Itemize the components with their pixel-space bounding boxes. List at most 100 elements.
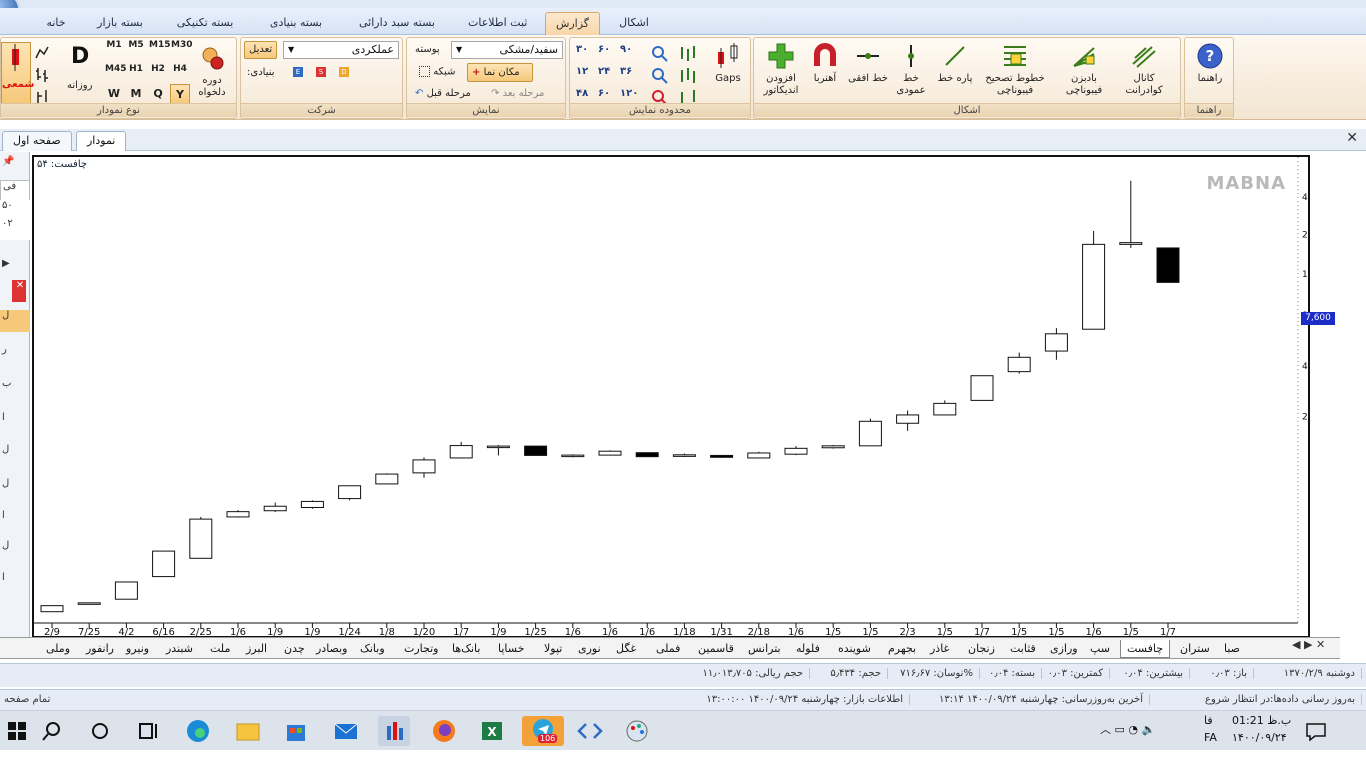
adjust-button[interactable]: تعدیل xyxy=(244,41,278,59)
clock-date[interactable]: ۱۴۰۰/۰۹/۲۴ xyxy=(1232,731,1287,744)
close-panel-icon[interactable]: ✕ xyxy=(12,280,26,302)
chart-canvas[interactable]: 2/9 7/25 4/2 6/16 2/25 1/6 1/9 1/9 1/24 1/8 1/20 1/… xyxy=(34,157,1308,636)
excel-icon[interactable]: X xyxy=(476,716,508,746)
symbol-tab[interactable]: غگل xyxy=(610,640,642,658)
nav-left-icon[interactable]: ◀ xyxy=(1292,638,1300,651)
symbol-tab[interactable]: شبندر xyxy=(160,640,199,658)
wifi-icon[interactable]: ◔ xyxy=(1128,723,1138,736)
task-view-icon[interactable] xyxy=(132,716,164,746)
period-m1[interactable]: M1 xyxy=(105,40,123,50)
left-panel-item-4[interactable]: ا xyxy=(0,412,30,434)
symbol-tab[interactable]: رانفور xyxy=(80,640,120,658)
candle-body[interactable] xyxy=(896,414,920,424)
custom-period-button[interactable]: دوره دلخواه xyxy=(189,44,235,99)
style-dropdown[interactable]: ▼ سفید/مشکی xyxy=(451,41,563,59)
symbol-tab[interactable]: غاذر xyxy=(924,640,955,658)
symbol-tab[interactable]: فلوله xyxy=(790,640,826,658)
candle-body[interactable] xyxy=(114,581,138,600)
flag-d[interactable]: D xyxy=(339,67,349,77)
symbol-tab[interactable]: وملی xyxy=(40,640,76,658)
candle-body[interactable] xyxy=(263,505,287,512)
candle-body[interactable] xyxy=(338,485,362,500)
candle-body[interactable] xyxy=(300,500,324,508)
zoom-icons[interactable] xyxy=(650,44,670,106)
range-90[interactable]: ۹۰ xyxy=(620,44,632,55)
tab-home[interactable]: خانه xyxy=(36,12,76,35)
firefox-icon[interactable] xyxy=(428,716,460,746)
telegram-button[interactable]: 106 xyxy=(522,716,564,746)
chevron-up-icon[interactable]: ︿ xyxy=(1100,723,1111,736)
battery-icon[interactable]: ▭ xyxy=(1115,723,1125,736)
candle-body[interactable] xyxy=(672,454,696,457)
tray-icons[interactable]: ︿ ▭ ◔ 🔈 xyxy=(1100,721,1155,737)
flag-s[interactable]: S xyxy=(316,67,326,77)
candle-body[interactable] xyxy=(1007,356,1031,373)
prev-step-button[interactable]: ↶ مرحله قبل xyxy=(415,88,471,99)
windows-start-icon[interactable] xyxy=(2,716,34,746)
candle-body[interactable] xyxy=(1119,242,1143,245)
symbol-tab[interactable]: چافست xyxy=(1120,640,1171,658)
symbol-tab[interactable]: خساپا xyxy=(492,640,530,658)
period-weekly[interactable]: W xyxy=(107,87,121,100)
candle-body[interactable] xyxy=(152,550,176,578)
symbol-tab[interactable]: البرز xyxy=(240,640,273,658)
range-36[interactable]: ۳۶ xyxy=(620,66,632,77)
symbol-tab[interactable]: بترانس xyxy=(742,640,787,658)
candle-body[interactable] xyxy=(1156,247,1180,283)
add-indicator-button[interactable]: افزودن اندیکاتور xyxy=(758,42,804,97)
period-m45[interactable]: M45 xyxy=(105,64,126,74)
daily-label[interactable]: روزانه xyxy=(67,80,92,91)
candle-body[interactable] xyxy=(858,420,882,447)
range-12[interactable]: ۱۲ xyxy=(576,66,588,77)
paint-icon[interactable] xyxy=(622,716,654,746)
vertical-line-button[interactable]: خط عمودی xyxy=(890,42,932,97)
symbol-tab[interactable]: ملت xyxy=(204,640,236,658)
tab-technical-pack[interactable]: بسته تکنیکی xyxy=(165,12,245,35)
help-button[interactable]: ? راهنما xyxy=(1191,42,1229,85)
candle-body[interactable] xyxy=(970,375,994,401)
candle-body[interactable] xyxy=(747,452,771,459)
tab-chart[interactable]: نمودار xyxy=(76,131,127,151)
cortana-icon[interactable] xyxy=(84,716,116,746)
next-step-button[interactable]: ↷ مرحله بعد xyxy=(491,88,544,99)
grid-toggle[interactable]: شبکه xyxy=(419,66,455,78)
left-panel-item-6[interactable]: ل xyxy=(0,478,30,500)
candle-body[interactable] xyxy=(524,445,548,456)
period-quarterly[interactable]: Q xyxy=(151,87,165,100)
left-panel-item-9[interactable]: ا xyxy=(0,572,30,594)
range-24[interactable]: ۲۴ xyxy=(598,66,610,77)
symbol-tab[interactable]: قثابت xyxy=(1004,640,1042,658)
close-document-icon[interactable]: ✕ xyxy=(1346,130,1358,146)
period-m30[interactable]: M30 xyxy=(171,40,192,50)
range-60b[interactable]: ۶۰ xyxy=(598,88,610,99)
range-30[interactable]: ۳۰ xyxy=(576,44,588,55)
scroll-right-icon[interactable]: ▶ xyxy=(0,258,30,280)
cursor-button[interactable]: + مکان نما xyxy=(467,63,533,82)
candle-body[interactable] xyxy=(40,605,64,613)
candle-body[interactable] xyxy=(933,402,957,416)
candle-body[interactable] xyxy=(598,450,622,456)
symbol-tab[interactable]: تپولا xyxy=(538,640,568,658)
left-panel-item-2[interactable]: ر xyxy=(0,344,30,366)
tab-fundamental-pack[interactable]: بسته بنیادی xyxy=(255,12,337,35)
period-monthly[interactable]: M xyxy=(129,87,143,100)
symbol-tab[interactable]: قاسمین xyxy=(692,640,740,658)
line-segment-button[interactable]: پاره خط xyxy=(934,42,976,85)
daily-icon[interactable]: D xyxy=(71,44,89,69)
chart-style-icons[interactable] xyxy=(33,44,51,106)
company-mode-dropdown[interactable]: ▼ عملکردی xyxy=(283,41,399,59)
clock-time[interactable]: ب.ظ 01:21 xyxy=(1232,714,1291,727)
tab-market-pack[interactable]: بسته بازار xyxy=(86,12,154,35)
file-explorer-icon[interactable] xyxy=(232,716,264,746)
store-icon[interactable] xyxy=(280,716,312,746)
fullscreen-button[interactable]: تمام صفحه xyxy=(4,694,56,705)
candle-body[interactable] xyxy=(226,511,250,518)
symbol-tab[interactable]: فملی xyxy=(650,640,686,658)
symbol-tab[interactable]: ورازی xyxy=(1044,640,1084,658)
range-120[interactable]: ۱۲۰ xyxy=(620,88,638,99)
symbol-tab[interactable]: ستران xyxy=(1174,640,1216,658)
horizontal-line-button[interactable]: خط افقی xyxy=(848,42,888,85)
symbol-tab[interactable]: سپ xyxy=(1084,640,1116,658)
candle-body[interactable] xyxy=(561,454,585,458)
symbol-tab[interactable]: بانک‌ها xyxy=(446,640,486,658)
